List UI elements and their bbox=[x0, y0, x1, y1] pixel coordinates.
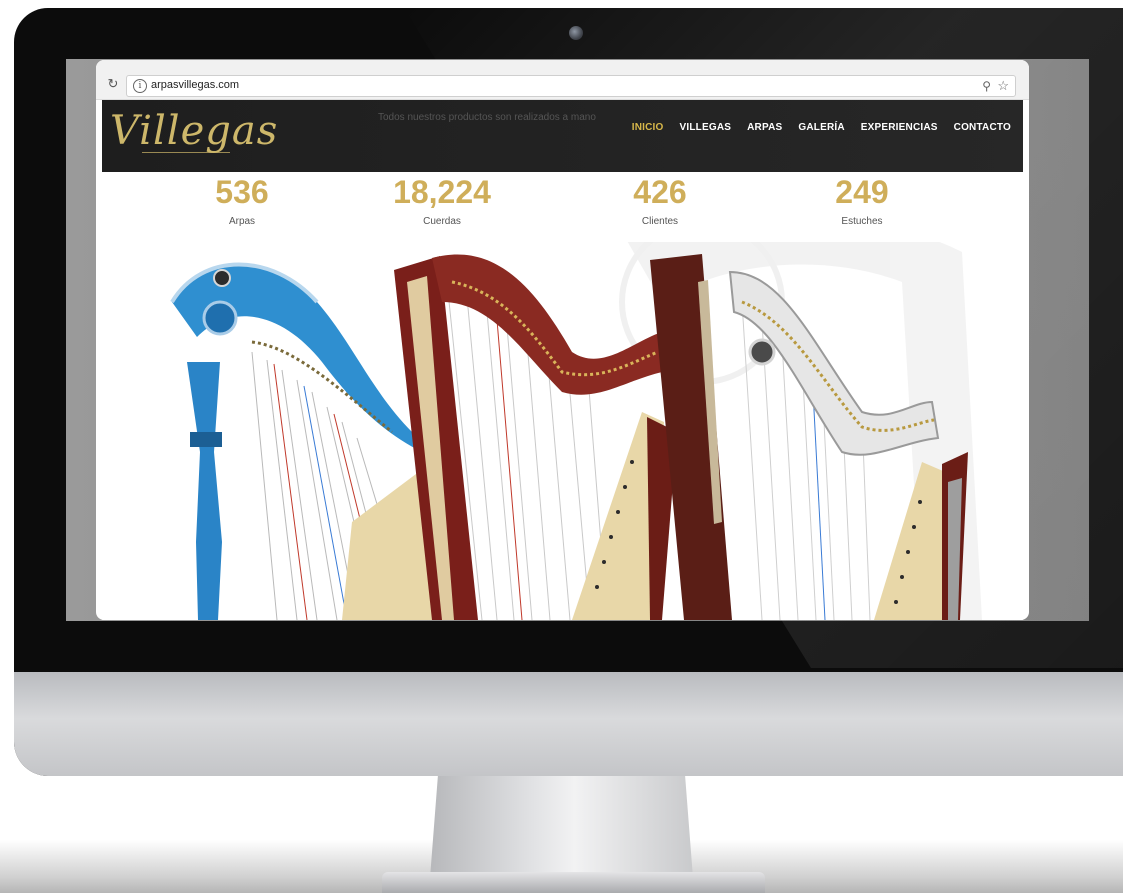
stage: ↻ i arpasvillegas.com ⚲ ☆ Villegas Todos… bbox=[0, 0, 1123, 893]
stat-clientes: 426 Clientes bbox=[570, 172, 750, 227]
logo-underline bbox=[142, 152, 230, 153]
star-icon[interactable]: ☆ bbox=[997, 78, 1009, 94]
nav-item-inicio[interactable]: INICIO bbox=[632, 122, 664, 133]
url-text[interactable]: arpasvillegas.com bbox=[151, 79, 239, 91]
nav-item-villegas[interactable]: VILLEGAS bbox=[680, 122, 732, 133]
monitor-stand bbox=[430, 776, 693, 878]
stat-value: 426 bbox=[633, 174, 687, 210]
nav-item-galeria[interactable]: GALERÍA bbox=[798, 122, 844, 133]
stat-label: Estuches bbox=[841, 216, 883, 227]
browser-toolbar: ↻ i arpasvillegas.com ⚲ ☆ bbox=[96, 60, 1029, 100]
stat-cuerdas: 18,224 Cuerdas bbox=[352, 172, 532, 227]
monitor-chin bbox=[14, 672, 1123, 776]
stat-label: Arpas bbox=[228, 216, 256, 227]
hero-banner bbox=[102, 242, 1023, 620]
nav-item-contacto[interactable]: CONTACTO bbox=[954, 122, 1011, 133]
stat-value: 249 bbox=[835, 174, 889, 210]
red-harp bbox=[394, 254, 677, 620]
info-icon[interactable]: i bbox=[133, 79, 147, 93]
tagline: Todos nuestros productos son realizados … bbox=[378, 112, 596, 123]
harps-illustration bbox=[170, 242, 982, 620]
stat-arpas: 536 Arpas bbox=[152, 172, 332, 227]
main-nav: INICIO VILLEGAS ARPAS GALERÍA EXPERIENCI… bbox=[632, 122, 1011, 133]
stat-estuches: 249 Estuches bbox=[772, 172, 952, 227]
site-header: Villegas Todos nuestros productos son re… bbox=[102, 100, 1023, 172]
stat-label: Cuerdas bbox=[423, 216, 461, 227]
site-logo[interactable]: Villegas bbox=[110, 108, 278, 154]
stat-value: 18,224 bbox=[393, 174, 491, 210]
nav-item-arpas[interactable]: ARPAS bbox=[747, 122, 782, 133]
browser-window: ↻ i arpasvillegas.com ⚲ ☆ Villegas Todos… bbox=[96, 60, 1029, 620]
stat-label: Clientes bbox=[641, 216, 679, 227]
stat-value: 536 bbox=[215, 174, 269, 210]
address-bar[interactable]: i arpasvillegas.com ⚲ ☆ bbox=[126, 75, 1016, 97]
nav-item-experiencias[interactable]: EXPERIENCIAS bbox=[861, 122, 938, 133]
monitor-base bbox=[382, 872, 765, 893]
reload-icon[interactable]: ↻ bbox=[106, 77, 120, 91]
zoom-icon[interactable]: ⚲ bbox=[982, 79, 991, 93]
stats-section: 536 Arpas 18,224 Cuerdas 426 Clientes 24… bbox=[102, 172, 1023, 242]
